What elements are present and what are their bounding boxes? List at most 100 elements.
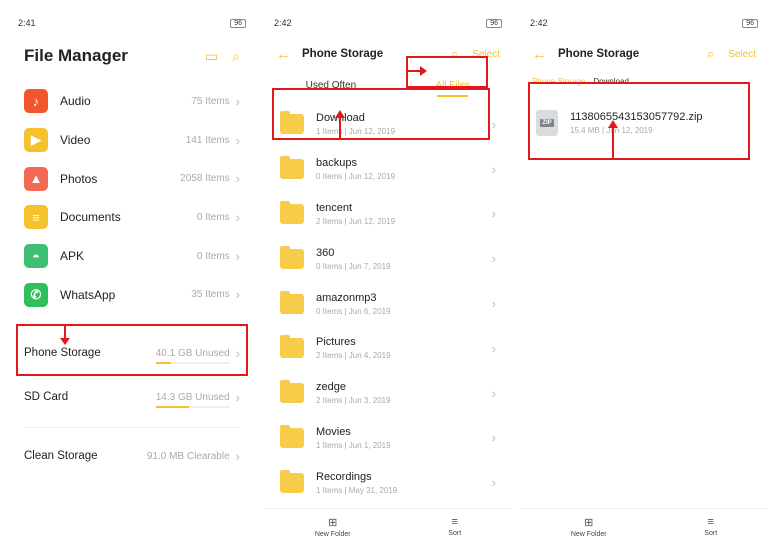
- app-header: File Manager ▭ ⌕: [10, 38, 254, 74]
- usage-fill: [155, 405, 189, 408]
- page-title: File Manager: [24, 46, 128, 65]
- category-audio[interactable]: ♪ Audio 75 Items ›: [10, 82, 254, 121]
- category-apk[interactable]: ◓ APK 0 Items ›: [10, 237, 254, 276]
- status-bar: 2:42 96: [266, 8, 510, 38]
- folder-name: 360: [316, 246, 335, 259]
- chevron-right-icon: ›: [235, 448, 240, 464]
- sort-label: Sort: [704, 530, 718, 537]
- category-label: Photos: [60, 171, 98, 186]
- battery-icon: 96: [230, 18, 246, 28]
- folder-meta: 0 Items | Jun 6, 2019: [316, 306, 391, 316]
- folder-meta: 1 Items | May 31, 2019: [316, 485, 398, 495]
- sort-button[interactable]: ≡ Sort: [704, 516, 717, 537]
- storage-row-sd-card[interactable]: SD Card 14.3 GB Unused ›: [10, 377, 254, 417]
- search-icon[interactable]: ⌕: [707, 46, 714, 62]
- new-folder-button[interactable]: ⊞ New Folder: [571, 516, 607, 538]
- category-documents[interactable]: ≡ Documents 0 Items ›: [10, 198, 254, 237]
- bottom-toolbar: ⊞ New Folder ≡ Sort: [266, 508, 510, 544]
- annotation-box-all-files: [406, 56, 488, 88]
- whatsapp-icon: ✆: [24, 282, 48, 307]
- folder-name: backups: [316, 157, 357, 170]
- photo-icon: ▲: [24, 166, 48, 191]
- folder-item[interactable]: Movies 1 Items | Jun 1, 2019 ›: [266, 416, 510, 461]
- folder-meta: 2 Items | Jun 12, 2019: [316, 216, 396, 226]
- folder-name: Movies: [316, 425, 351, 438]
- sort-icon: ≡: [451, 516, 458, 528]
- category-photos[interactable]: ▲ Photos 2058 Items ›: [10, 159, 254, 198]
- battery-icon: 96: [486, 18, 502, 28]
- clean-storage-label: Clean Storage: [24, 450, 98, 463]
- annotation-arrow-head: [420, 66, 427, 76]
- folder-icon: [280, 200, 304, 224]
- category-video[interactable]: ▶ Video 141 Items ›: [10, 121, 254, 160]
- chevron-right-icon: ›: [491, 251, 496, 267]
- folder-meta: 1 Items | Jun 1, 2019: [316, 440, 391, 450]
- folder-item[interactable]: Pictures 2 Items | Jun 4, 2019 ›: [266, 326, 510, 371]
- folder-name: Pictures: [316, 336, 356, 349]
- new-folder-icon: ⊞: [328, 516, 338, 529]
- annotation-arrow-head: [335, 110, 345, 118]
- chevron-right-icon: ›: [235, 389, 240, 405]
- annotation-box-zip-file: [528, 82, 750, 160]
- battery-icon: 96: [742, 18, 758, 28]
- category-count: 75 Items: [191, 95, 230, 107]
- status-bar: 2:41 96: [10, 8, 254, 38]
- search-icon[interactable]: ⌕: [232, 48, 240, 65]
- chevron-right-icon: ›: [491, 206, 496, 222]
- status-time: 2:42: [530, 18, 548, 28]
- folder-icon: [280, 380, 304, 404]
- annotation-arrow-head: [60, 338, 70, 345]
- annotation-arrow: [612, 126, 614, 158]
- new-folder-label: New Folder: [570, 530, 607, 538]
- category-count: 0 Items: [196, 250, 230, 262]
- chevron-right-icon: ›: [491, 116, 496, 132]
- back-arrow-icon[interactable]: ←: [532, 46, 558, 63]
- folder-item[interactable]: Recordings 1 Items | May 31, 2019 ›: [266, 460, 510, 505]
- status-bar: 2:42 96: [522, 8, 766, 38]
- folder-name: tencent: [316, 201, 353, 214]
- monitor-icon[interactable]: ▭: [205, 48, 218, 65]
- music-note-icon: ♪: [24, 89, 48, 114]
- new-folder-icon: ⊞: [584, 516, 594, 529]
- annotation-arrow: [339, 116, 341, 138]
- annotation-arrow-head: [608, 120, 618, 128]
- annotation-box-phone-storage: [16, 324, 248, 376]
- folder-icon: [280, 335, 304, 359]
- bottom-toolbar: ⊞ New Folder ≡ Sort: [522, 508, 766, 544]
- back-arrow-icon[interactable]: ←: [276, 46, 302, 63]
- category-label: Audio: [60, 94, 91, 109]
- chevron-right-icon: ›: [491, 430, 496, 446]
- sort-label: Sort: [448, 530, 462, 537]
- app-header: ← Phone Storage ⌕ Select: [522, 38, 766, 70]
- new-folder-button[interactable]: ⊞ New Folder: [315, 516, 351, 538]
- chevron-right-icon: ›: [235, 93, 240, 109]
- folder-item[interactable]: zedge 2 Items | Jun 3, 2019 ›: [266, 371, 510, 416]
- play-icon: ▶: [24, 128, 48, 153]
- android-icon: ◓: [24, 244, 48, 269]
- file-manager-screen: 2:41 96 File Manager ▭ ⌕ ♪ Audio 75 Items ›…: [10, 8, 254, 552]
- document-icon: ≡: [24, 205, 48, 230]
- clean-storage-value: 91.0 MB Clearable: [146, 450, 230, 462]
- category-count: 2058 Items: [180, 173, 230, 185]
- folder-icon: [280, 156, 304, 180]
- chevron-right-icon: ›: [491, 385, 496, 401]
- folder-item[interactable]: tencent 2 Items | Jun 12, 2019 ›: [266, 192, 510, 237]
- chevron-right-icon: ›: [491, 340, 496, 356]
- chevron-right-icon: ›: [491, 296, 496, 312]
- status-time: 2:42: [274, 18, 292, 28]
- sort-button[interactable]: ≡ Sort: [448, 516, 461, 537]
- clean-storage-row[interactable]: Clean Storage 91.0 MB Clearable ›: [10, 436, 254, 476]
- folder-item[interactable]: backups 0 Items | Jun 12, 2019 ›: [266, 147, 510, 192]
- folder-item[interactable]: amazonmp3 0 Items | Jun 6, 2019 ›: [266, 281, 510, 326]
- new-folder-label: New Folder: [314, 530, 351, 538]
- storage-value-text: 14.3 GB Unused: [155, 391, 230, 403]
- folder-item[interactable]: 360 0 Items | Jun 7, 2019 ›: [266, 236, 510, 281]
- chevron-right-icon: ›: [235, 248, 240, 264]
- chevron-right-icon: ›: [235, 209, 240, 225]
- folder-meta: 0 Items | Jun 7, 2019: [316, 261, 391, 271]
- category-whatsapp[interactable]: ✆ WhatsApp 35 Items ›: [10, 275, 254, 314]
- select-button[interactable]: Select: [728, 49, 756, 60]
- category-count: 35 Items: [191, 289, 230, 301]
- storage-label: SD Card: [24, 391, 69, 404]
- category-label: Video: [60, 133, 91, 148]
